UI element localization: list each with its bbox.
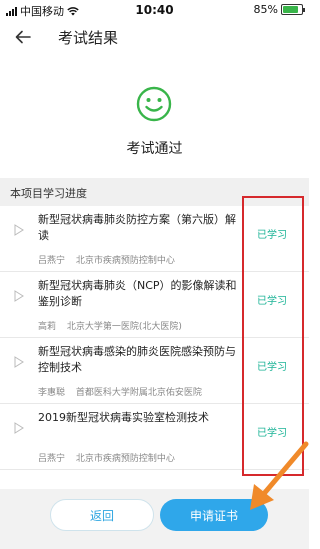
play-icon (14, 290, 24, 302)
course-item[interactable]: 新型冠状病毒感染的肺炎医院感染预防与控制技术 李惠聪 首都医科大学附属北京佑安医… (0, 338, 309, 404)
course-item[interactable]: 新型冠状病毒肺炎防控方案（第六版）解读 吕燕宁 北京市疾病预防控制中心 已学习 (0, 206, 309, 272)
course-status: 已学习 (257, 296, 287, 307)
page-title: 考试结果 (58, 29, 119, 47)
course-org: 北京市疾病预防控制中心 (75, 454, 175, 464)
arrow-left-icon[interactable] (12, 26, 34, 48)
course-status: 已学习 (257, 362, 287, 373)
course-author: 吕燕宁 (38, 256, 66, 266)
course-item[interactable]: 新型冠状病毒肺炎（NCP）的影像解读和鉴别诊断 高莉 北京大学第一医院(北大医院… (0, 272, 309, 338)
progress-section-header: 本项目学习进度 (0, 178, 309, 206)
course-org: 北京市疾病预防控制中心 (75, 256, 175, 266)
course-org: 首都医科大学附属北京佑安医院 (75, 388, 202, 398)
course-title: 新型冠状病毒肺炎（NCP）的影像解读和鉴别诊断 (38, 279, 237, 308)
course-status: 已学习 (257, 230, 287, 241)
nav-header: 考试结果 (0, 20, 309, 54)
course-meta: 李惠聪 首都医科大学附属北京佑安医院 (38, 385, 248, 398)
section-title: 本项目学习进度 (10, 187, 87, 200)
course-org: 北京大学第一医院(北大医院) (66, 322, 182, 332)
play-icon (14, 422, 24, 434)
course-item[interactable]: 2019新型冠状病毒实验室检测技术 吕燕宁 北京市疾病预防控制中心 已学习 (0, 404, 309, 470)
battery-percent: 85% (253, 3, 278, 16)
course-title: 新型冠状病毒肺炎防控方案（第六版）解读 (38, 213, 236, 242)
course-title: 2019新型冠状病毒实验室检测技术 (38, 411, 209, 424)
course-status: 已学习 (257, 428, 287, 439)
course-author: 高莉 (38, 322, 57, 332)
course-list: 新型冠状病毒肺炎防控方案（第六版）解读 吕燕宁 北京市疾病预防控制中心 已学习 … (0, 206, 309, 470)
course-meta: 吕燕宁 北京市疾病预防控制中心 (38, 253, 248, 266)
play-icon (14, 356, 24, 368)
status-bar-right: 85% (253, 3, 305, 16)
course-meta: 吕燕宁 北京市疾病预防控制中心 (38, 451, 248, 464)
status-bar: 中国移动 10:40 85% (0, 0, 309, 20)
course-meta: 高莉 北京大学第一医院(北大医院) (38, 319, 248, 332)
footer-bar: 返回 申请证书 (0, 489, 309, 549)
smiley-icon (136, 86, 172, 122)
course-title: 新型冠状病毒感染的肺炎医院感染预防与控制技术 (38, 345, 236, 374)
back-button[interactable]: 返回 (50, 499, 154, 531)
battery-icon (281, 4, 305, 15)
course-author: 李惠聪 (38, 388, 66, 398)
play-icon (14, 224, 24, 236)
course-author: 吕燕宁 (38, 454, 66, 464)
exam-result-text: 考试通过 (126, 141, 183, 157)
apply-certificate-button[interactable]: 申请证书 (160, 499, 268, 531)
